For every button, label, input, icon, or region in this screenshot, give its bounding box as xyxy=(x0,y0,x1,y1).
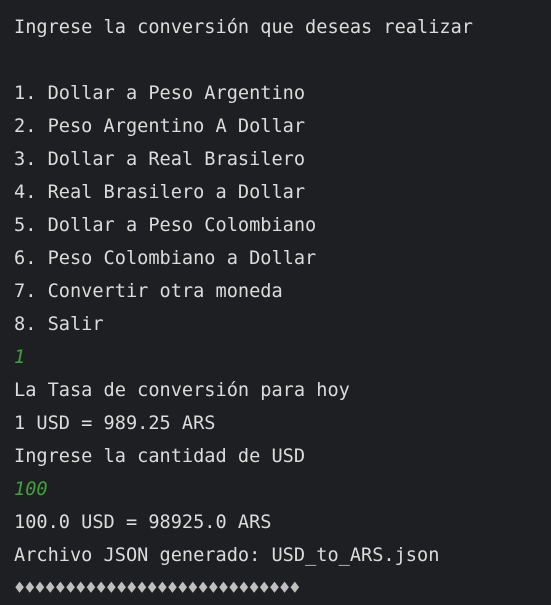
file-generated-message: Archivo JSON generado: USD_to_ARS.json xyxy=(14,545,440,566)
console-output[interactable]: Ingrese la conversión que deseas realiza… xyxy=(0,0,551,603)
menu-option-2: 2. Peso Argentino A Dollar xyxy=(14,116,306,137)
rate-value: 1 USD = 989.25 ARS xyxy=(14,413,216,434)
amount-prompt: Ingrese la cantidad de USD xyxy=(14,446,306,467)
user-choice-input: 1 xyxy=(14,347,26,368)
menu-option-1: 1. Dollar a Peso Argentino xyxy=(14,83,306,104)
garbled-output: ♦♦♦♦♦♦♦♦♦♦♦♦♦♦♦♦♦♦♦♦♦♦♦♦♦♦♦♦ xyxy=(14,578,300,599)
menu-option-4: 4. Real Brasilero a Dollar xyxy=(14,182,306,203)
menu-option-5: 5. Dollar a Peso Colombiano xyxy=(14,215,317,236)
prompt-title: Ingrese la conversión que deseas realiza… xyxy=(14,17,473,38)
menu-option-8: 8. Salir xyxy=(14,314,104,335)
menu-option-6: 6. Peso Colombiano a Dollar xyxy=(14,248,317,269)
rate-title: La Tasa de conversión para hoy xyxy=(14,380,350,401)
menu-option-3: 3. Dollar a Real Brasilero xyxy=(14,149,306,170)
user-amount-input: 100 xyxy=(14,479,48,500)
menu-option-7: 7. Convertir otra moneda xyxy=(14,281,283,302)
conversion-result: 100.0 USD = 98925.0 ARS xyxy=(14,512,272,533)
